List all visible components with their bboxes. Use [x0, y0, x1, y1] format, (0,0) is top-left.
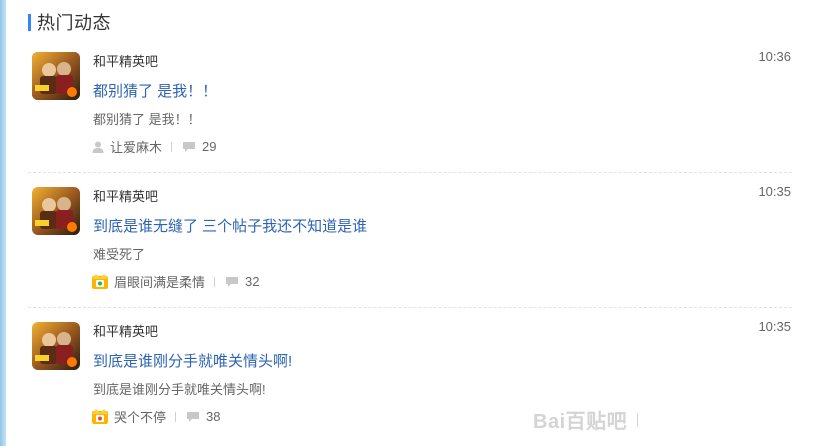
- baidu-tieba-watermark: Bai百贴吧: [533, 405, 639, 434]
- comment-icon: [187, 411, 200, 422]
- post-author[interactable]: 眉眼间满是柔情: [114, 272, 205, 291]
- post-title-link[interactable]: 到底是谁刚分手就唯关情头啊!: [93, 350, 292, 371]
- member-badge-icon: [92, 409, 108, 424]
- post-meta: 眉眼间满是柔情 32: [91, 272, 259, 291]
- watermark-text: Bai百贴吧: [533, 411, 628, 433]
- user-icon: [92, 141, 104, 153]
- forum-name[interactable]: 和平精英吧: [93, 186, 158, 205]
- forum-avatar[interactable]: [32, 52, 80, 100]
- game-avatar-icon: [32, 52, 80, 100]
- game-avatar-icon: [32, 322, 80, 370]
- post-time: 10:36: [758, 49, 791, 64]
- forum-name[interactable]: 和平精英吧: [93, 321, 158, 340]
- member-badge-icon: [92, 274, 108, 289]
- post-author[interactable]: 哭个不停: [114, 407, 166, 426]
- game-avatar-icon: [32, 187, 80, 235]
- meta-separator: [171, 141, 173, 152]
- post-meta: 哭个不停 38: [91, 407, 220, 426]
- section-title: 热门动态: [37, 13, 111, 33]
- meta-separator: [214, 276, 216, 287]
- post-excerpt: 到底是谁刚分手就唯关情头啊!: [93, 382, 266, 397]
- reply-count: 38: [206, 409, 221, 424]
- comment-icon: [226, 276, 239, 287]
- feed-post: 和平精英吧 10:35 到底是谁刚分手就唯关情头啊! 到底是谁刚分手就唯关情头啊…: [28, 308, 792, 442]
- forum-avatar[interactable]: [32, 322, 80, 370]
- feed-post: 和平精英吧 10:36 都别猜了 是我！！ 都别猜了 是我！！ 让爱麻木 29: [28, 38, 792, 173]
- reply-count: 32: [245, 274, 260, 289]
- forum-avatar[interactable]: [32, 187, 80, 235]
- section-accent-bar: [28, 13, 31, 31]
- post-excerpt: 难受死了: [93, 247, 146, 262]
- post-title-link[interactable]: 到底是谁无缝了 三个帖子我还不知道是谁: [93, 215, 367, 236]
- left-edge-bar: [0, 0, 6, 446]
- feed-post: 和平精英吧 10:35 到底是谁无缝了 三个帖子我还不知道是谁 难受死了 眉眼间…: [28, 173, 792, 308]
- post-author[interactable]: 让爱麻木: [110, 137, 162, 156]
- post-meta: 让爱麻木 29: [91, 137, 216, 156]
- comment-icon: [183, 141, 196, 152]
- section-header: 热门动态: [28, 10, 111, 34]
- post-title-link[interactable]: 都别猜了 是我！！: [93, 80, 217, 101]
- post-time: 10:35: [758, 184, 791, 199]
- reply-count: 29: [202, 139, 217, 154]
- meta-separator: [175, 411, 177, 422]
- post-excerpt: 都别猜了 是我！！: [93, 112, 201, 127]
- watermark-bar: [637, 412, 639, 427]
- forum-name[interactable]: 和平精英吧: [93, 51, 158, 70]
- hot-feed: 和平精英吧 10:36 都别猜了 是我！！ 都别猜了 是我！！ 让爱麻木 29: [28, 38, 792, 442]
- post-time: 10:35: [758, 319, 791, 334]
